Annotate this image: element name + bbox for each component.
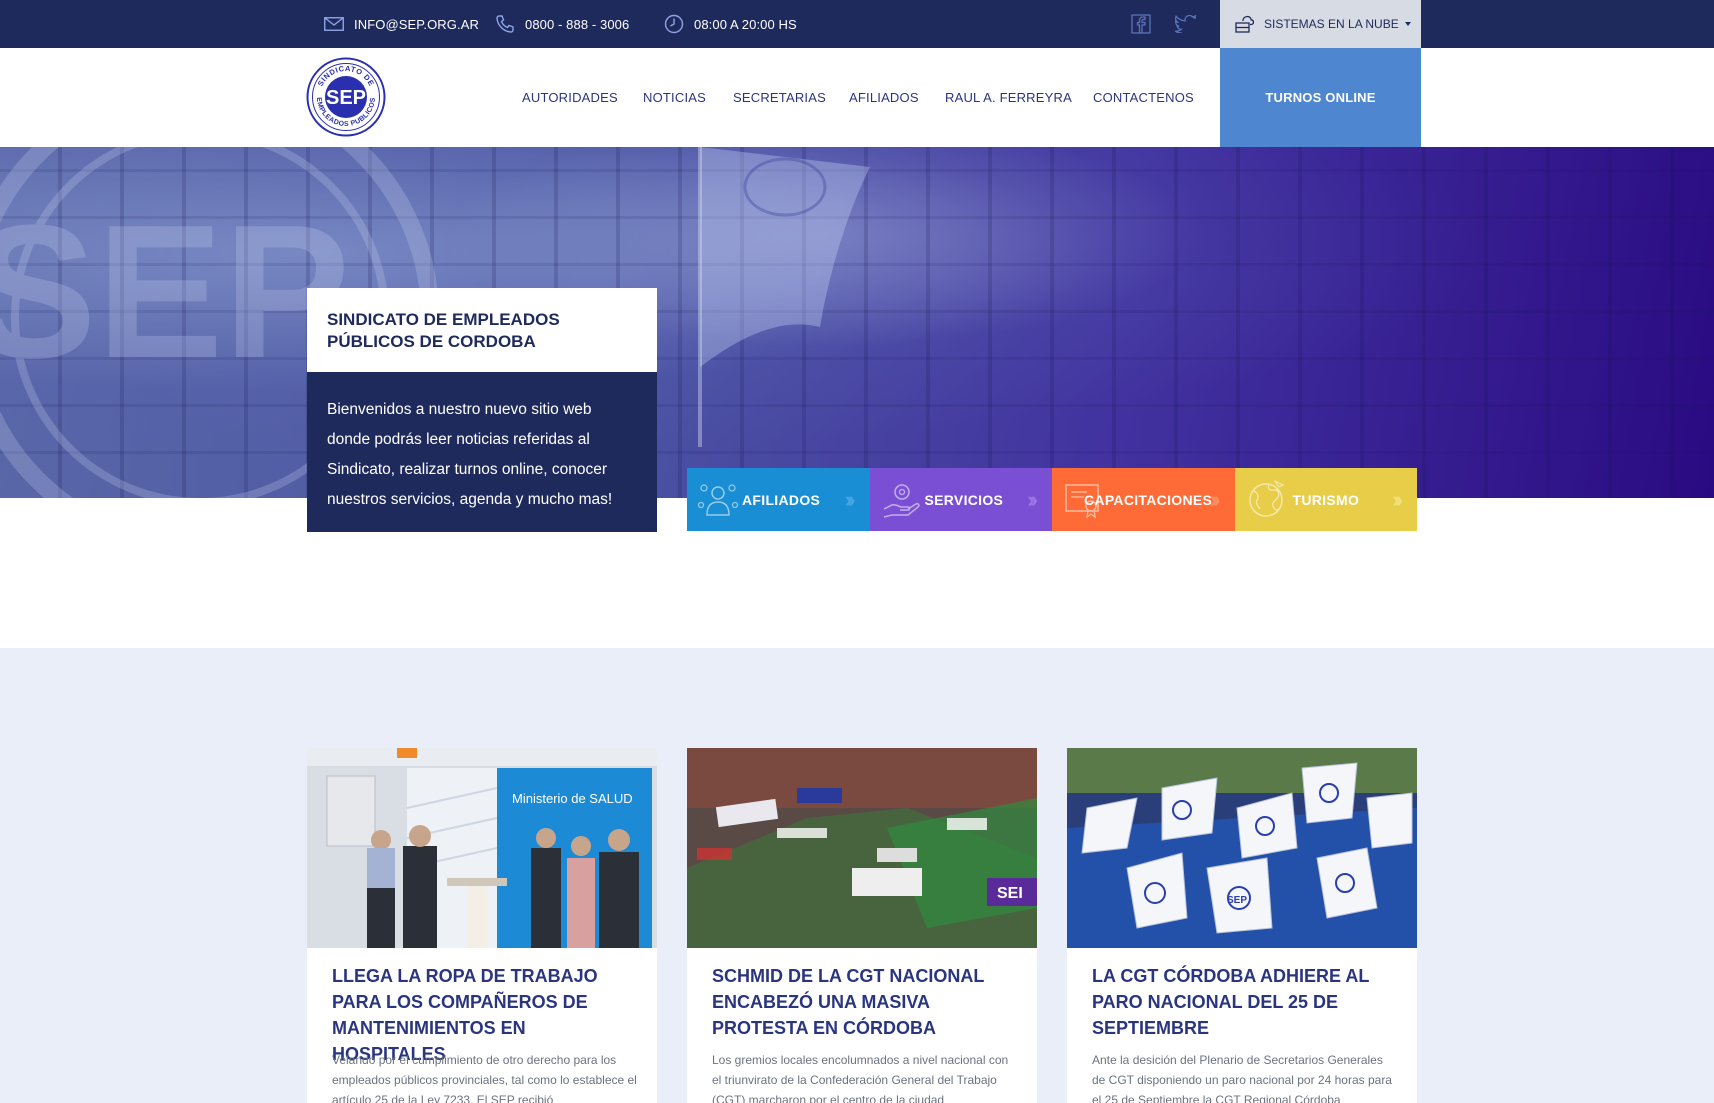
- news-card[interactable]: SEI SCHMID DE LA CGT NACIONAL ENCABEZÓ U…: [687, 748, 1037, 1103]
- svg-text:SEP: SEP: [0, 186, 350, 398]
- svg-text:SEP: SEP: [326, 87, 366, 109]
- caret-down-icon: [1404, 22, 1411, 26]
- news-excerpt: Los gremios locales encolumnados a nivel…: [712, 1053, 1009, 1103]
- intro-title-box: SINDICATO DE EMPLEADOS PÚBLICOS DE CORDO…: [307, 288, 657, 372]
- quick-access-tiles: AFILIADOS ›› SERVICIOS ›› CAPACITACIONES…: [687, 468, 1417, 531]
- tile-afiliados[interactable]: AFILIADOS ››: [687, 468, 870, 531]
- facebook-icon: [1131, 14, 1151, 34]
- double-chevron-right-icon: ››: [1392, 487, 1402, 512]
- hand-gear-icon: [883, 484, 920, 518]
- tile-servicios-label: SERVICIOS: [924, 491, 1004, 508]
- people-icon: [697, 484, 739, 516]
- news-photo[interactable]: SEI: [687, 748, 1037, 948]
- top-bar: INFO@SEP.ORG.AR 0800 - 888 - 3006 08:00 …: [0, 0, 1714, 48]
- nav-raul-ferreyra[interactable]: RAUL A. FERREYRA: [945, 48, 1072, 147]
- envelope-icon: [324, 17, 344, 31]
- facebook-link[interactable]: [1129, 12, 1153, 36]
- tile-servicios[interactable]: SERVICIOS ››: [869, 468, 1052, 531]
- intro-body-box: Bienvenidos a nuestro nuevo sitio web do…: [307, 372, 657, 532]
- news-photo-ministry-image: Ministerio de SALUD: [307, 748, 657, 948]
- double-chevron-right-icon: ››: [844, 487, 855, 512]
- hero-banner: SEP: [0, 147, 1714, 498]
- news-photo[interactable]: Ministerio de SALUD: [307, 748, 657, 948]
- clock-icon: [664, 14, 684, 34]
- sep-seal-icon: SINDICATO DE EMPLEADOS PUBLICOS SEP: [306, 57, 386, 137]
- hero-title: SINDICATO DE EMPLEADOS PÚBLICOS DE CORDO…: [327, 310, 560, 351]
- tile-turismo[interactable]: TURISMO ››: [1234, 468, 1417, 531]
- news-photo-crowd-image: SEI: [687, 748, 1037, 948]
- phone-link[interactable]: 0800 - 888 - 3006: [495, 0, 629, 48]
- tile-turismo-label: TURISMO: [1292, 491, 1360, 508]
- twitter-icon: [1175, 15, 1197, 33]
- svg-text:Ministerio de SALUD: Ministerio de SALUD: [512, 791, 633, 806]
- globe-icon: [1248, 479, 1284, 517]
- nav-contactenos[interactable]: CONTACTENOS: [1093, 48, 1194, 147]
- svg-text:SEP: SEP: [1227, 895, 1247, 906]
- cloud-server-icon: [1235, 15, 1254, 33]
- tile-capacitaciones-label: CAPACITACIONES: [1084, 491, 1213, 508]
- hours-text: 08:00 A 20:00 HS: [694, 16, 797, 32]
- tile-capacitaciones[interactable]: CAPACITACIONES ››: [1052, 468, 1235, 531]
- nav-autoridades[interactable]: AUTORIDADES: [522, 48, 618, 147]
- phone-text: 0800 - 888 - 3006: [525, 16, 630, 32]
- double-chevron-right-icon: ››: [1209, 487, 1220, 512]
- news-excerpt: Velando por el cumplimiento de otro dere…: [332, 1053, 637, 1103]
- news-photo[interactable]: SEP: [1067, 748, 1417, 948]
- twitter-link[interactable]: [1174, 12, 1198, 36]
- cloud-systems-dropdown[interactable]: SISTEMAS EN LA NUBE: [1220, 0, 1421, 48]
- cloud-systems-label: SISTEMAS EN LA NUBE: [1264, 17, 1399, 31]
- nav-afiliados[interactable]: AFILIADOS: [849, 48, 919, 147]
- double-chevron-right-icon: ››: [1027, 487, 1037, 512]
- turnos-online-button[interactable]: TURNOS ONLINE: [1220, 48, 1421, 147]
- email-link[interactable]: INFO@SEP.ORG.AR: [324, 0, 479, 48]
- hours-info: 08:00 A 20:00 HS: [664, 0, 797, 48]
- news-card[interactable]: SEP LA CGT CÓRDOBA ADHIERE AL PARO NACIO…: [1067, 748, 1417, 1103]
- flag-silhouette-icon: [698, 147, 870, 447]
- phone-icon: [496, 15, 514, 33]
- svg-text:SEI: SEI: [997, 885, 1023, 902]
- news-card[interactable]: Ministerio de SALUD LLEGA LA ROPA DE TRA…: [307, 748, 657, 1103]
- hero-welcome-text: Bienvenidos a nuestro nuevo sitio web do…: [327, 401, 613, 508]
- sep-logo[interactable]: SINDICATO DE EMPLEADOS PUBLICOS SEP: [306, 57, 386, 137]
- news-title[interactable]: LA CGT CÓRDOBA ADHIERE AL PARO NACIONAL …: [1092, 963, 1397, 1041]
- tile-afiliados-label: AFILIADOS: [742, 491, 821, 508]
- nav-secretarias[interactable]: SECRETARIAS: [733, 48, 826, 147]
- news-excerpt: Ante la desición del Plenario de Secreta…: [1092, 1053, 1392, 1103]
- nav-noticias[interactable]: NOTICIAS: [643, 48, 706, 147]
- news-photo-flags-image: SEP: [1067, 748, 1417, 948]
- email-text: INFO@SEP.ORG.AR: [354, 16, 479, 32]
- news-title[interactable]: SCHMID DE LA CGT NACIONAL ENCABEZÓ UNA M…: [712, 963, 1017, 1041]
